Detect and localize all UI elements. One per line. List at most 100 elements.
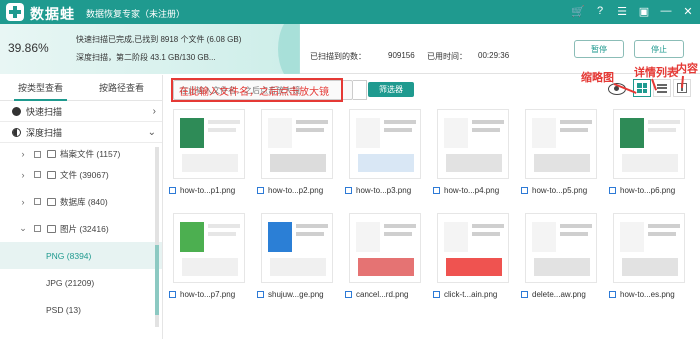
file-card[interactable]: delete...aw.png <box>521 213 601 299</box>
deep-scan-label: 深度扫描 <box>26 127 63 138</box>
checkbox[interactable] <box>34 171 41 178</box>
tab-by-type[interactable]: 按类型查看 <box>0 75 81 101</box>
file-thumbnail[interactable] <box>261 109 333 179</box>
sidebar: 按类型查看 按路径查看 快速扫描 › 深度扫描 ⌄ › 档案文件 (1157) … <box>0 75 163 339</box>
help-icon[interactable]: ? <box>592 3 608 19</box>
deep-scan-row[interactable]: 深度扫描 ⌄ <box>0 122 162 143</box>
file-checkbox[interactable] <box>345 291 352 298</box>
cart-icon[interactable]: 🛒 <box>570 3 586 19</box>
file-card[interactable]: how-to...p4.png <box>433 109 513 195</box>
file-card[interactable]: shujuw...ge.png <box>257 213 337 299</box>
file-thumbnail[interactable] <box>173 109 245 179</box>
file-label: how-to...p5.png <box>521 186 601 195</box>
file-card[interactable]: how-to...p1.png <box>169 109 249 195</box>
tree-item-label: 图片 (32416) <box>60 223 109 234</box>
app-brand: 数据蛙 <box>30 6 75 22</box>
file-thumbnail[interactable] <box>349 109 421 179</box>
file-card[interactable]: cancel...rd.png <box>345 213 425 299</box>
file-thumbnail[interactable] <box>437 213 509 283</box>
found-count-value: 909156 <box>388 51 415 60</box>
file-name: how-to...p6.png <box>620 186 676 195</box>
tree-item-documents[interactable]: › 文件 (39067) <box>0 161 162 188</box>
file-card[interactable]: how-to...p6.png <box>609 109 689 195</box>
stop-button[interactable]: 停止 <box>634 40 684 58</box>
tree-item-label: 文件 (39067) <box>60 169 109 180</box>
file-card[interactable]: how-to...p2.png <box>257 109 337 195</box>
tree-item-png[interactable]: PNG (8394) <box>0 242 162 269</box>
file-label: how-to...es.png <box>609 290 689 299</box>
file-checkbox[interactable] <box>433 187 440 194</box>
title-bar: 数据蛙 数据恢复专家（未注册） 🛒 ? ☰ ▣ — ✕ <box>0 0 700 24</box>
file-name: how-to...p1.png <box>180 186 236 195</box>
minimize-icon[interactable]: — <box>658 3 674 19</box>
elapsed-time-value: 00:29:36 <box>478 51 510 60</box>
tree-item-psd[interactable]: PSD (13) <box>0 296 162 323</box>
tree-item-database[interactable]: › 数据库 (840) <box>0 188 162 215</box>
filter-button[interactable]: 筛选器 <box>368 82 414 97</box>
file-thumbnail[interactable] <box>613 109 685 179</box>
file-name: how-to...p5.png <box>532 186 588 195</box>
chat-icon[interactable]: ☰ <box>614 3 630 19</box>
file-card[interactable]: how-to...p5.png <box>521 109 601 195</box>
file-card[interactable]: how-to...p3.png <box>345 109 425 195</box>
file-checkbox[interactable] <box>609 291 616 298</box>
file-checkbox[interactable] <box>169 291 176 298</box>
search-icon[interactable] <box>353 80 367 100</box>
file-checkbox[interactable] <box>345 187 352 194</box>
file-thumbnail[interactable] <box>437 109 509 179</box>
archive-icon <box>47 150 56 158</box>
list-view-icon <box>657 83 667 93</box>
quick-scan-icon <box>12 106 21 116</box>
sidebar-scrollbar-thumb[interactable] <box>155 245 159 315</box>
close-icon[interactable]: ✕ <box>680 3 696 19</box>
thumbnail-view-button[interactable] <box>633 79 651 97</box>
file-thumbnail[interactable] <box>261 213 333 283</box>
file-checkbox[interactable] <box>169 187 176 194</box>
quick-scan-label: 快速扫描 <box>26 106 63 117</box>
file-label: delete...aw.png <box>521 290 601 299</box>
scan-status-panel: 39.86% 快速扫描已完成,已找到 8918 个文件 (6.08 GB) 深度… <box>0 24 700 74</box>
pause-button[interactable]: 暂停 <box>574 40 624 58</box>
checkbox[interactable] <box>34 225 41 232</box>
chevron-right-icon: › <box>152 106 156 117</box>
file-thumbnail[interactable] <box>173 213 245 283</box>
file-checkbox[interactable] <box>433 291 440 298</box>
deep-scan-icon <box>12 127 21 137</box>
file-checkbox[interactable] <box>521 187 528 194</box>
checkbox[interactable] <box>34 198 41 205</box>
file-grid: how-to...p1.png how-to...p2.png how-to...p… <box>163 105 700 339</box>
file-card[interactable]: how-to...es.png <box>609 213 689 299</box>
checkbox[interactable] <box>34 150 41 158</box>
file-card[interactable]: how-to...p7.png <box>169 213 249 299</box>
file-checkbox[interactable] <box>521 291 528 298</box>
file-thumbnail[interactable] <box>525 109 597 179</box>
file-checkbox[interactable] <box>257 291 264 298</box>
file-label: click-t...ain.png <box>433 290 513 299</box>
tree-item-archives[interactable]: › 档案文件 (1157) <box>0 147 162 161</box>
file-checkbox[interactable] <box>257 187 264 194</box>
annotation-thumbnail: 缩略图 <box>581 72 614 84</box>
tree-item-jpg[interactable]: JPG (21209) <box>0 269 162 296</box>
chevron-right-icon: › <box>21 196 25 207</box>
tab-by-path[interactable]: 按路径查看 <box>81 75 162 100</box>
scan-progress: 39.86% 快速扫描已完成,已找到 8918 个文件 (6.08 GB) 深度… <box>0 24 300 74</box>
tree-item-images[interactable]: ⌄ 图片 (32416) <box>0 215 162 242</box>
app-subtitle: 数据恢复专家（未注册） <box>86 9 186 19</box>
elapsed-time-label: 已用时间： <box>427 52 467 61</box>
file-name: click-t...ain.png <box>444 290 498 299</box>
file-thumbnail[interactable] <box>613 213 685 283</box>
file-card[interactable]: click-t...ain.png <box>433 213 513 299</box>
file-thumbnail[interactable] <box>525 213 597 283</box>
file-name: delete...aw.png <box>532 290 586 299</box>
database-icon <box>47 197 56 206</box>
tree-item-label: 档案文件 (1157) <box>60 149 121 159</box>
file-name: how-to...p2.png <box>268 186 324 195</box>
file-name: shujuw...ge.png <box>268 290 324 299</box>
document-icon <box>47 170 56 179</box>
annotation-detail-list: 详情列表 <box>634 67 678 79</box>
file-thumbnail[interactable] <box>349 213 421 283</box>
file-label: how-to...p1.png <box>169 186 249 195</box>
save-icon[interactable]: ▣ <box>636 3 652 19</box>
file-checkbox[interactable] <box>609 187 616 194</box>
quick-scan-row[interactable]: 快速扫描 › <box>0 101 162 122</box>
